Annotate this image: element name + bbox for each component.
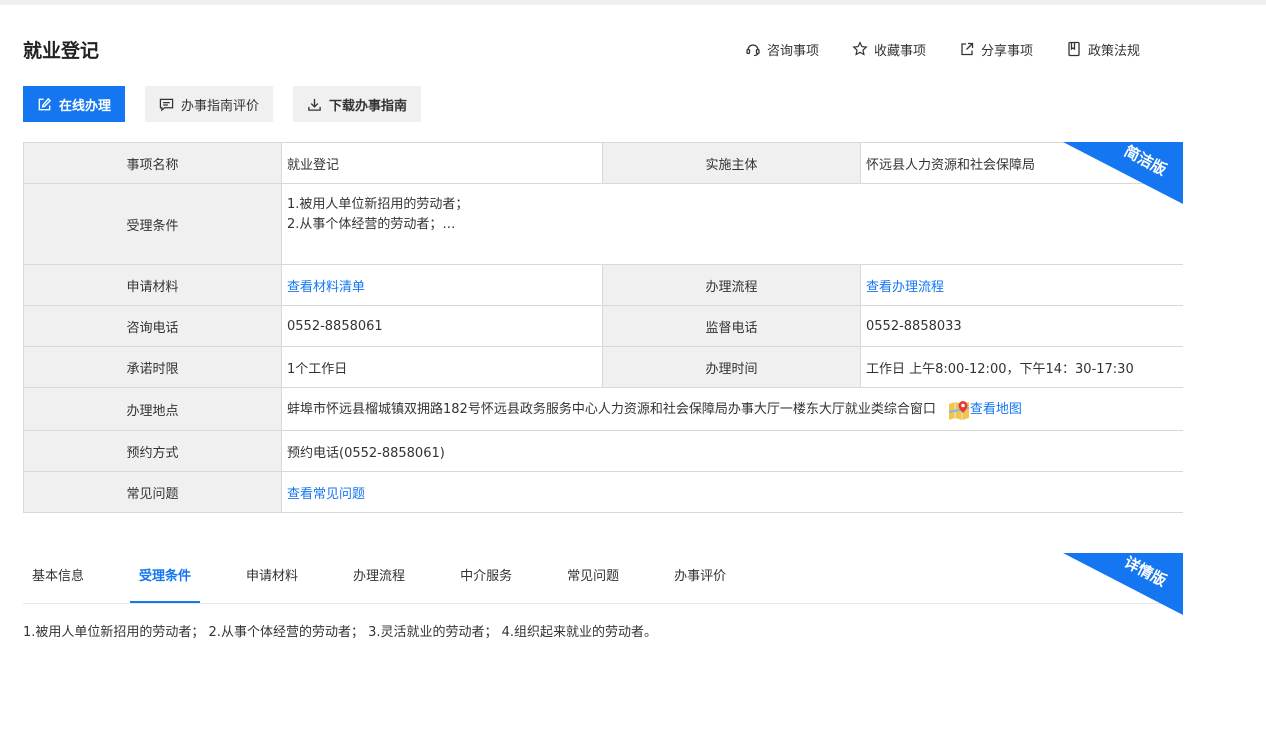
office-hours-label: 办理时间 [602, 346, 861, 388]
ribbon-shape: 详情版 [1063, 553, 1183, 615]
tab-intermediary[interactable]: 中介服务 [451, 553, 521, 603]
consult-icon [746, 44, 760, 57]
process-link[interactable]: 查看办理流程 [866, 280, 944, 295]
conditions-line-1: 1.被用人单位新招用的劳动者； [287, 197, 469, 212]
consult-phone-label: 咨询电话 [23, 305, 282, 347]
favorite-action-label: 收藏事项 [874, 43, 927, 59]
address-label: 办理地点 [23, 387, 282, 431]
download-guide-label: 下载办事指南 [329, 98, 408, 114]
appointment-label: 预约方式 [23, 430, 282, 472]
appointment-value: 预约电话(0552-8858061) [281, 430, 1183, 472]
consult-action[interactable]: 咨询事项 [745, 38, 819, 60]
toolbar: 在线办理 办事指南评价 下载办事指南 [23, 86, 441, 122]
tab-conditions[interactable]: 受理条件 [130, 553, 201, 603]
edit-icon [38, 97, 52, 110]
online-handle-label: 在线办理 [59, 98, 112, 114]
tab-faq[interactable]: 常见问题 [558, 553, 628, 603]
faq-cell: 查看常见问题 [281, 471, 1183, 513]
document-icon [1068, 41, 1080, 57]
ribbon-text: 详情版 [1121, 553, 1169, 590]
favorite-action[interactable]: 收藏事项 [852, 38, 926, 60]
tab-materials[interactable]: 申请材料 [237, 553, 307, 603]
faq-link[interactable]: 查看常见问题 [287, 487, 365, 502]
header-actions: 咨询事项 收藏事项 分享事项 政策法规 [745, 38, 1173, 60]
materials-label: 申请材料 [23, 264, 282, 306]
policy-action[interactable]: 政策法规 [1066, 38, 1140, 60]
conditions-label: 受理条件 [23, 183, 282, 265]
summary-table: 事项名称 就业登记 实施主体 怀远县人力资源和社会保障局 受理条件 1.被用人单… [23, 142, 1183, 513]
materials-cell: 查看材料清单 [281, 264, 603, 306]
table-row: 办理地点 蚌埠市怀远县榴城镇双拥路182号怀远县政务服务中心人力资源和社会保障局… [23, 387, 1183, 431]
materials-link[interactable]: 查看材料清单 [287, 280, 365, 295]
download-guide-button[interactable]: 下载办事指南 [293, 86, 422, 122]
process-label: 办理流程 [602, 264, 861, 306]
conditions-detail-text: 1.被用人单位新招用的劳动者； 2.从事个体经营的劳动者； 3.灵活就业的劳动者… [23, 625, 658, 640]
table-row: 事项名称 就业登记 实施主体 怀远县人力资源和社会保障局 [23, 142, 1183, 184]
item-name-value: 就业登记 [281, 142, 603, 184]
supervise-phone-value: 0552-8858033 [860, 305, 1183, 347]
evaluate-guide-button[interactable]: 办事指南评价 [145, 86, 274, 122]
policy-action-label: 政策法规 [1088, 43, 1141, 59]
faq-label: 常见问题 [23, 471, 282, 513]
subject-label: 实施主体 [602, 142, 861, 184]
detail-tabs: 基本信息 受理条件 申请材料 办理流程 中介服务 常见问题 办事评价 详情版 [23, 553, 1183, 615]
process-cell: 查看办理流程 [860, 264, 1183, 306]
table-row: 咨询电话 0552-8858061 监督电话 0552-8858033 [23, 305, 1183, 347]
table-row: 预约方式 预约电话(0552-8858061) [23, 430, 1183, 472]
download-icon [308, 98, 321, 111]
conditions-line-2: 2.从事个体经营的劳动者；… [287, 217, 456, 232]
consult-action-label: 咨询事项 [767, 43, 820, 59]
share-icon [961, 42, 974, 56]
tabs-divider [23, 603, 1183, 604]
evaluate-guide-label: 办事指南评价 [181, 98, 260, 114]
address-value: 蚌埠市怀远县榴城镇双拥路182号怀远县政务服务中心人力资源和社会保障局办事大厅一… [287, 402, 936, 418]
conditions-value: 1.被用人单位新招用的劳动者； 2.从事个体经营的劳动者；… [281, 183, 1183, 265]
supervise-phone-label: 监督电话 [602, 305, 861, 347]
share-action[interactable]: 分享事项 [959, 38, 1033, 60]
top-divider [0, 0, 1266, 5]
office-hours-value: 工作日 上午8:00-12:00，下午14：30-17:30 [860, 346, 1183, 388]
tab-basic-info[interactable]: 基本信息 [23, 553, 93, 603]
table-row: 承诺时限 1个工作日 办理时间 工作日 上午8:00-12:00，下午14：30… [23, 346, 1183, 388]
time-limit-label: 承诺时限 [23, 346, 282, 388]
subject-value: 怀远县人力资源和社会保障局 [860, 142, 1183, 184]
table-row: 申请材料 查看材料清单 办理流程 查看办理流程 [23, 264, 1183, 306]
tab-process[interactable]: 办理流程 [344, 553, 414, 603]
comment-icon [159, 98, 174, 111]
consult-phone-value: 0552-8858061 [281, 305, 603, 347]
table-row: 常见问题 查看常见问题 [23, 471, 1183, 513]
star-icon [852, 41, 868, 56]
table-row: 受理条件 1.被用人单位新招用的劳动者； 2.从事个体经营的劳动者；… [23, 183, 1183, 265]
detail-version-ribbon: 详情版 [1063, 553, 1183, 615]
tab-evaluation[interactable]: 办事评价 [665, 553, 735, 603]
map-pin-icon [948, 400, 970, 420]
address-cell: 蚌埠市怀远县榴城镇双拥路182号怀远县政务服务中心人力资源和社会保障局办事大厅一… [281, 387, 1183, 431]
summary-table-wrap: 事项名称 就业登记 实施主体 怀远县人力资源和社会保障局 受理条件 1.被用人单… [23, 142, 1183, 513]
time-limit-value: 1个工作日 [281, 346, 603, 388]
item-name-label: 事项名称 [23, 142, 282, 184]
share-action-label: 分享事项 [981, 43, 1034, 59]
online-handle-button[interactable]: 在线办理 [23, 86, 126, 122]
map-link[interactable]: 查看地图 [970, 402, 1022, 417]
page-title: 就业登记 [23, 40, 100, 62]
